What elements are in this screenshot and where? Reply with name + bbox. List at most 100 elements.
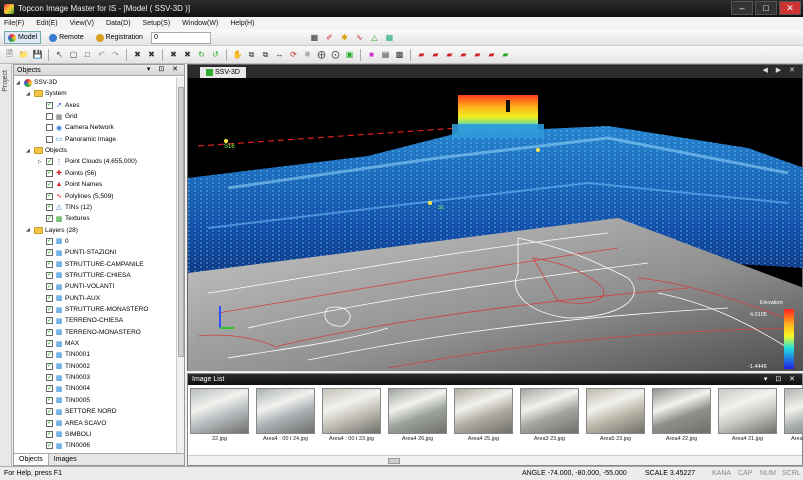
cut-icon[interactable]: ✖	[168, 49, 179, 60]
tree-item[interactable]: ✓ ✚ Points (56)	[38, 168, 96, 179]
visibility-checkbox[interactable]: ✓	[46, 362, 53, 370]
visibility-checkbox[interactable]	[46, 135, 53, 143]
tree-item[interactable]: ✓ ▩ PUNTI-VOLANTI	[38, 281, 114, 292]
tab-objects[interactable]: Objects	[14, 454, 49, 465]
tree-item[interactable]: ◢ Objects	[26, 145, 67, 156]
image-thumbnail[interactable]: Area3 23.jpg	[520, 388, 579, 450]
maximize-button[interactable]: □	[755, 1, 777, 15]
tree-item[interactable]: ✓ ▩ SIMBOLI	[38, 429, 91, 440]
visibility-checkbox[interactable]: ✓	[46, 317, 53, 325]
delete-all-icon[interactable]: ✖	[146, 49, 157, 60]
menu-help[interactable]: Help(H)	[230, 20, 254, 27]
expander-icon[interactable]: ◢	[26, 227, 32, 233]
visibility-checkbox[interactable]: ✓	[46, 351, 53, 359]
left-view-icon[interactable]: ▰	[444, 49, 455, 60]
tree-item[interactable]: ✓ ▩ TIN0002	[38, 361, 90, 372]
pan-hand-icon[interactable]: ✋	[232, 49, 243, 60]
tree-item[interactable]: ✓ ▩ TERRENO-MONASTERO	[38, 327, 141, 338]
menu-setup[interactable]: Setup(S)	[143, 20, 171, 27]
minimize-button[interactable]: –	[731, 1, 753, 15]
visibility-checkbox[interactable]: ✓	[46, 169, 53, 177]
image-thumbnail[interactable]: Area4 25.jpg	[454, 388, 513, 450]
remote-mode-button[interactable]: Remote	[45, 31, 88, 44]
cut-all-icon[interactable]: ✖	[182, 49, 193, 60]
point-cloud-scene[interactable]: S16 S1 Elevation 4.0105 -1.4446	[188, 78, 803, 371]
visibility-checkbox[interactable]	[46, 124, 53, 132]
zoom-out-icon[interactable]: ⨀	[330, 49, 341, 60]
redo-icon[interactable]: ↷	[110, 49, 121, 60]
refresh-icon[interactable]: ↻	[196, 49, 207, 60]
image-thumbnail[interactable]: Area5 : 00 t 24.jpg	[784, 388, 803, 450]
tree-item[interactable]: ✓ △ TINs (12)	[38, 202, 92, 213]
view-controls[interactable]: ◀ ▶ ✕	[762, 66, 798, 74]
visibility-checkbox[interactable]: ✓	[46, 430, 53, 438]
tree-item[interactable]: ✓ ▩ TERRENO-CHIESA	[38, 315, 123, 326]
expander-icon[interactable]: ◢	[16, 80, 22, 86]
tree-item[interactable]: ✓ ➚ Axes	[38, 100, 79, 111]
zoom-fit-icon[interactable]: ⚛	[302, 49, 313, 60]
visibility-checkbox[interactable]: ✓	[46, 181, 53, 189]
tree-item[interactable]: ▭ Panoramic Image	[38, 134, 116, 145]
image-thumbnail[interactable]: Area5 23.jpg	[586, 388, 645, 450]
layer-icon[interactable]: ▦	[309, 32, 320, 43]
cube-icon[interactable]: ▣	[344, 49, 355, 60]
visibility-checkbox[interactable]: ✓	[46, 408, 53, 416]
visibility-checkbox[interactable]: ✓	[46, 385, 53, 393]
image-thumbnail[interactable]: Area4 21.jpg	[718, 388, 777, 450]
lock-icon[interactable]: ▤	[380, 49, 391, 60]
tree-item[interactable]: ✓ ▩ PUNTI-STAZIONI	[38, 247, 116, 258]
visibility-checkbox[interactable]: ✓	[46, 215, 53, 223]
visibility-checkbox[interactable]: ✓	[46, 260, 53, 268]
front-view-icon[interactable]: ▰	[416, 49, 427, 60]
back-view-icon[interactable]: ▰	[430, 49, 441, 60]
visibility-checkbox[interactable]: ✓	[46, 203, 53, 211]
visibility-checkbox[interactable]: ✓	[46, 158, 53, 166]
save-icon[interactable]: 💾	[32, 49, 43, 60]
bottom-view-icon[interactable]: ▰	[486, 49, 497, 60]
zoom-in-icon[interactable]: ⨁	[316, 49, 327, 60]
tree-item[interactable]: ✓ ▩ TIN0006	[38, 440, 90, 451]
tree-item[interactable]: ✓ ▩ MAX	[38, 338, 79, 349]
tree-item[interactable]: ◢ Layers (28)	[26, 225, 78, 236]
visibility-checkbox[interactable]: ✓	[46, 271, 53, 279]
menu-file[interactable]: File(F)	[4, 20, 24, 27]
model-3d-view[interactable]: SSV-3D ◀ ▶ ✕ S16 S1 Elevation 4.0105 -1.…	[187, 64, 803, 371]
tree-item[interactable]: ✓ ▩ TIN0005	[38, 395, 90, 406]
menu-view[interactable]: View(V)	[70, 20, 94, 27]
iso-view-icon[interactable]: ▰	[500, 49, 511, 60]
tree-item[interactable]: ✓ ▲ Point Names	[38, 179, 102, 190]
visibility-checkbox[interactable]: ✓	[46, 340, 53, 348]
rotate-icon[interactable]: ⟳	[288, 49, 299, 60]
panel-controls[interactable]: ▾ ⊡ ✕	[147, 65, 181, 73]
copy-icon[interactable]: ⧉	[246, 49, 257, 60]
star-icon[interactable]: ✱	[339, 32, 350, 43]
select-arrow-icon[interactable]: ↖	[54, 49, 65, 60]
visibility-checkbox[interactable]: ✓	[46, 419, 53, 427]
zoom-region-icon[interactable]: □	[82, 49, 93, 60]
image-thumbnail[interactable]: Area4 26.jpg	[388, 388, 447, 450]
visibility-checkbox[interactable]: ✓	[46, 442, 53, 450]
rectangle-select-icon[interactable]: ▢	[68, 49, 79, 60]
value-field[interactable]: 0	[150, 31, 211, 44]
tree-item[interactable]: ✓ ▩ STRUTTURE-MONASTERO	[38, 304, 148, 315]
tree-scrollbar[interactable]	[176, 77, 184, 453]
right-view-icon[interactable]: ▰	[458, 49, 469, 60]
grid-tool-icon[interactable]: ▦	[384, 32, 395, 43]
measure-icon[interactable]: ↔	[274, 49, 285, 60]
visibility-checkbox[interactable]: ✓	[46, 237, 53, 245]
tree-item[interactable]: ▷ ✓ ⋮ Point Clouds (4,655,000)	[38, 156, 137, 167]
image-icon[interactable]: ▩	[394, 49, 405, 60]
visibility-checkbox[interactable]: ✓	[46, 101, 53, 109]
tree-item[interactable]: ◢ SSV-3D	[16, 77, 57, 88]
tree-item[interactable]: ✓ ∿ Polylines (5,509)	[38, 191, 113, 202]
tab-ssv-3d[interactable]: SSV-3D	[200, 67, 246, 78]
tree-item[interactable]: ✓ ▩ SETTORE NORD	[38, 406, 117, 417]
tree-item[interactable]: ◉ Camera Network	[38, 122, 114, 133]
visibility-checkbox[interactable]: ✓	[46, 306, 53, 313]
menu-window[interactable]: Window(W)	[182, 20, 218, 27]
new-file-icon[interactable]: 🗎	[4, 49, 15, 60]
tab-images[interactable]: Images	[49, 454, 82, 465]
pen-icon[interactable]: ✐	[324, 32, 335, 43]
menu-data[interactable]: Data(D)	[106, 20, 131, 27]
undo-icon[interactable]: ↶	[96, 49, 107, 60]
